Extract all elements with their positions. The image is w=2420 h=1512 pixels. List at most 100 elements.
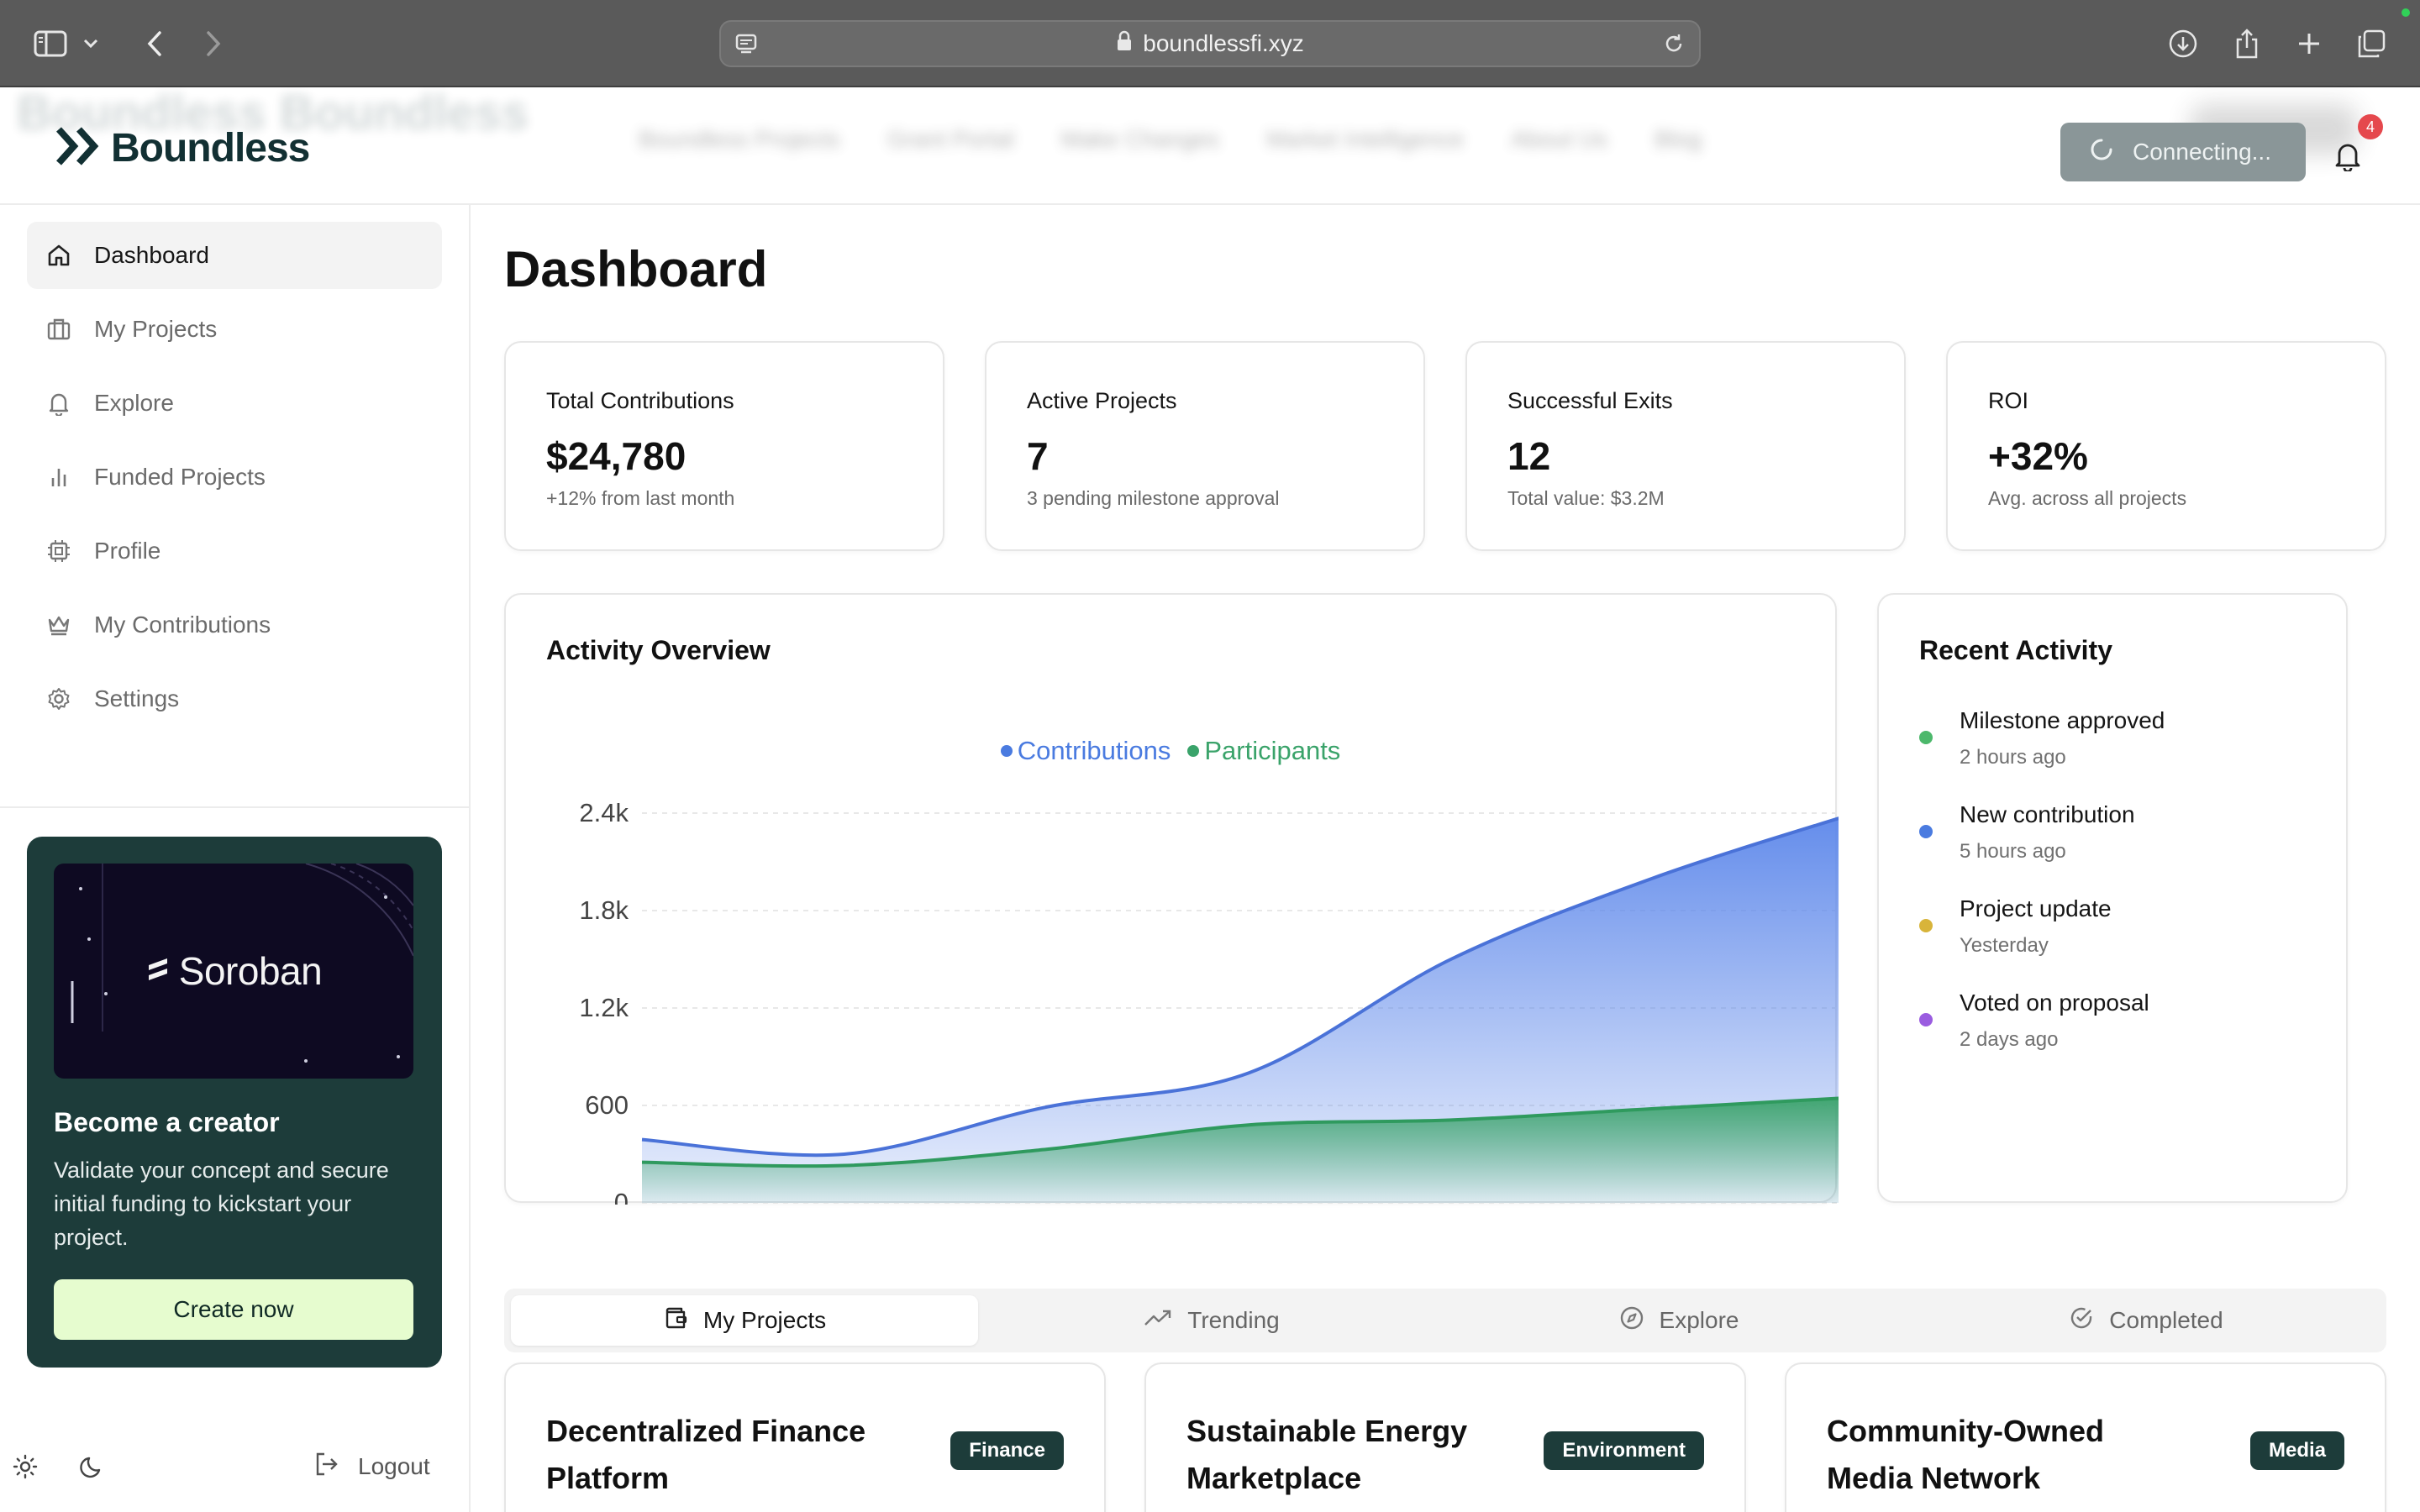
stat-label: Active Projects	[1027, 388, 1177, 413]
y-tick-label: 1.8k	[579, 895, 629, 925]
bell-icon	[45, 390, 72, 417]
activity-title: Milestone approved	[1960, 707, 2165, 733]
create-now-button[interactable]: Create now	[54, 1279, 413, 1340]
url-text: boundlessfi.xyz	[1143, 30, 1304, 56]
stat-card-roi: ROI +32% Avg. across all projects	[1946, 341, 2386, 551]
stat-card-total-contributions: Total Contributions $24,780 +12% from la…	[504, 341, 944, 551]
sidebar-item-settings[interactable]: Settings	[27, 665, 442, 732]
forward-icon[interactable]	[193, 24, 234, 64]
y-tick-label: 600	[585, 1090, 629, 1120]
stat-subtext: Avg. across all projects	[1988, 487, 2187, 509]
sidebar-item-label: Explore	[94, 390, 174, 416]
gear-icon	[45, 685, 72, 712]
light-mode-icon[interactable]	[12, 1446, 39, 1487]
back-icon[interactable]	[134, 24, 175, 64]
dark-mode-icon[interactable]	[79, 1446, 106, 1487]
sidebar-item-funded-projects[interactable]: Funded Projects	[27, 444, 442, 511]
project-title: Sustainable Energy Marketplace	[1186, 1414, 1468, 1495]
address-bar[interactable]: boundlessfi.xyz	[719, 20, 1701, 67]
sidebar-toggle-icon[interactable]	[30, 24, 71, 64]
share-icon[interactable]	[2227, 24, 2267, 64]
blurred-nav-item[interactable]: Blog	[1655, 126, 1702, 153]
tab-completed[interactable]: Completed	[1912, 1295, 2380, 1346]
sidebar-item-label: Settings	[94, 685, 180, 711]
y-tick-label: 0	[614, 1188, 629, 1205]
project-tabs: My Projects Trending Explore Completed	[504, 1289, 2386, 1352]
chevron-down-icon[interactable]	[77, 24, 104, 64]
project-card[interactable]: Sustainable Energy Marketplace Environme…	[1144, 1362, 1746, 1512]
tab-trending[interactable]: Trending	[978, 1295, 1445, 1346]
sidebar-item-label: My Contributions	[94, 612, 271, 638]
sidebar-item-label: Dashboard	[94, 242, 209, 268]
activity-title: Voted on proposal	[1960, 990, 2149, 1016]
home-icon	[45, 242, 72, 269]
activity-dot	[1919, 1013, 1933, 1026]
tab-my-projects[interactable]: My Projects	[511, 1295, 978, 1346]
blurred-nav-item[interactable]: Boundless Projects	[639, 126, 840, 153]
creator-title: Become a creator	[54, 1107, 280, 1137]
sidebar-item-profile[interactable]: Profile	[27, 517, 442, 585]
activity-dot	[1919, 919, 1933, 932]
wallet-icon	[663, 1305, 688, 1336]
sidebar: Dashboard My Projects Explore Funded Pro…	[0, 205, 471, 1512]
activity-chart: 06001.2k1.8k2.4k JanFebMarAprMayJunJul	[579, 798, 1839, 1205]
tab-label: Completed	[2109, 1307, 2223, 1333]
main-content: Dashboard Total Contributions $24,780 +1…	[471, 205, 2420, 1512]
sidebar-item-label: My Projects	[94, 316, 218, 342]
soroban-label: Soroban	[178, 949, 323, 993]
blurred-nav-item[interactable]: About Us	[1511, 126, 1607, 153]
project-title: Community-Owned Media Network	[1827, 1414, 2104, 1495]
soroban-banner: Soroban	[54, 864, 413, 1079]
sidebar-item-explore[interactable]: Explore	[27, 370, 442, 437]
logout-label: Logout	[358, 1453, 430, 1479]
connect-label: Connecting...	[2133, 139, 2271, 165]
logout-button[interactable]: Logout	[313, 1446, 430, 1487]
activity-overview-panel: Activity Overview Contributions Particip…	[504, 593, 1839, 1205]
tab-explore[interactable]: Explore	[1445, 1295, 1912, 1346]
logo[interactable]: Boundless	[55, 123, 310, 173]
app-header: Boundless Boundless Boundless Boundless …	[0, 86, 2420, 205]
activity-time: Yesterday	[1960, 934, 2049, 957]
spinner-icon	[2089, 137, 2114, 168]
stat-value: 7	[1027, 434, 1049, 478]
logout-icon	[313, 1450, 341, 1484]
reload-icon[interactable]	[1662, 32, 1686, 60]
tabs-overview-icon[interactable]	[2351, 24, 2391, 64]
blurred-nav-item[interactable]: Grant Portal	[887, 126, 1014, 153]
stat-card-active-projects: Active Projects 7 3 pending milestone ap…	[985, 341, 1425, 551]
blurred-nav-item[interactable]: Make Changes	[1061, 126, 1219, 153]
stat-subtext: 3 pending milestone approval	[1027, 487, 1280, 509]
stat-subtext: Total value: $3.2M	[1507, 487, 1665, 509]
compass-icon	[1619, 1305, 1644, 1336]
crown-icon	[45, 612, 72, 638]
sidebar-divider	[0, 806, 469, 808]
trending-up-icon	[1144, 1307, 1172, 1334]
logo-text: Boundless	[111, 125, 310, 171]
sidebar-item-dashboard[interactable]: Dashboard	[27, 222, 442, 289]
blurred-nav-item[interactable]: Market Intelligence	[1266, 126, 1464, 153]
new-tab-icon[interactable]	[2289, 24, 2329, 64]
creator-promo-card: Soroban Become a creator Validate your c…	[27, 837, 442, 1368]
activity-time: 2 days ago	[1960, 1028, 2059, 1051]
project-category-badge: Finance	[950, 1431, 1064, 1470]
sidebar-item-my-projects[interactable]: My Projects	[27, 296, 442, 363]
logo-chevrons-icon	[55, 126, 108, 171]
project-category-badge: Environment	[1544, 1431, 1704, 1470]
tab-label: Trending	[1187, 1307, 1280, 1333]
stat-value: 12	[1507, 434, 1551, 478]
tab-label: My Projects	[702, 1307, 827, 1333]
project-card[interactable]: Community-Owned Media Network Media	[1785, 1362, 2386, 1512]
recording-indicator	[2402, 8, 2410, 17]
check-circle-icon	[2069, 1305, 2094, 1336]
notification-bell-icon[interactable]	[2328, 136, 2368, 176]
connect-wallet-button[interactable]: Connecting...	[2060, 123, 2306, 181]
chip-icon	[45, 538, 72, 564]
bar-chart-icon	[45, 464, 72, 491]
recent-activity-panel: Recent Activity Milestone approved 2 hou…	[1877, 593, 2348, 1203]
creator-description: Validate your concept and secure initial…	[54, 1158, 389, 1250]
download-icon[interactable]	[2163, 24, 2203, 64]
sidebar-item-label: Funded Projects	[94, 464, 266, 490]
stat-subtext: +12% from last month	[546, 487, 735, 509]
project-card[interactable]: Decentralized Finance Platform Finance	[504, 1362, 1106, 1512]
sidebar-item-my-contributions[interactable]: My Contributions	[27, 591, 442, 659]
